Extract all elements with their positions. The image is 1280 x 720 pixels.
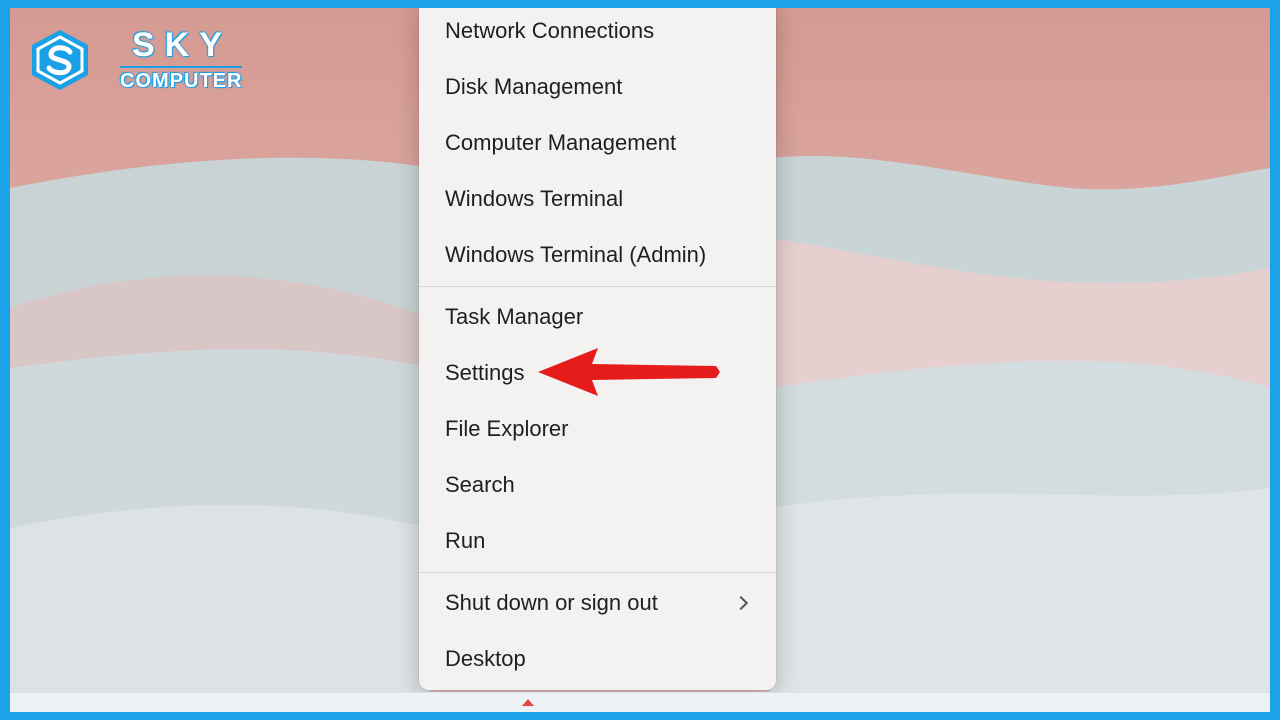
menu-item-label: Run: [445, 528, 486, 553]
red-pointer-arrow-icon: [538, 348, 720, 396]
sky-computer-logo: SKY COMPUTER: [28, 24, 248, 94]
menu-item-file-explorer[interactable]: File Explorer: [419, 402, 776, 456]
menu-item-label: Shut down or sign out: [445, 590, 658, 615]
menu-item-label: Desktop: [445, 646, 526, 671]
menu-item-label: Search: [445, 472, 515, 497]
chevron-up-icon: [522, 699, 534, 706]
logo-sky-text: SKY: [132, 26, 232, 64]
sky-logo-icon: [32, 30, 88, 90]
menu-separator: [419, 572, 776, 573]
menu-item-network-connections[interactable]: Network Connections: [419, 8, 776, 58]
menu-item-label: Network Connections: [445, 18, 655, 43]
screenshot-frame: SKY COMPUTER Network Connections Disk Ma…: [10, 8, 1270, 712]
menu-item-label: Disk Management: [445, 74, 623, 99]
menu-separator: [419, 286, 776, 287]
chevron-right-icon: [733, 595, 749, 611]
menu-item-shut-down-or-sign-out[interactable]: Shut down or sign out: [419, 576, 776, 630]
menu-item-task-manager[interactable]: Task Manager: [419, 290, 776, 344]
menu-item-label: Task Manager: [445, 304, 584, 329]
menu-item-disk-management[interactable]: Disk Management: [419, 60, 776, 114]
menu-item-label: Windows Terminal (Admin): [445, 242, 707, 267]
menu-item-run[interactable]: Run: [419, 514, 776, 568]
menu-item-desktop[interactable]: Desktop: [419, 632, 776, 686]
menu-item-label: Computer Management: [445, 130, 677, 155]
menu-item-label: File Explorer: [445, 416, 569, 441]
menu-item-search[interactable]: Search: [419, 458, 776, 512]
menu-item-computer-management[interactable]: Computer Management: [419, 116, 776, 170]
logo-computer-text: COMPUTER: [120, 70, 243, 92]
menu-item-windows-terminal-admin[interactable]: Windows Terminal (Admin): [419, 228, 776, 282]
logo-divider: [120, 66, 242, 68]
menu-item-windows-terminal[interactable]: Windows Terminal: [419, 172, 776, 226]
taskbar: [10, 692, 1270, 712]
menu-item-label: Windows Terminal: [445, 186, 624, 211]
menu-item-label: Settings: [445, 360, 525, 385]
